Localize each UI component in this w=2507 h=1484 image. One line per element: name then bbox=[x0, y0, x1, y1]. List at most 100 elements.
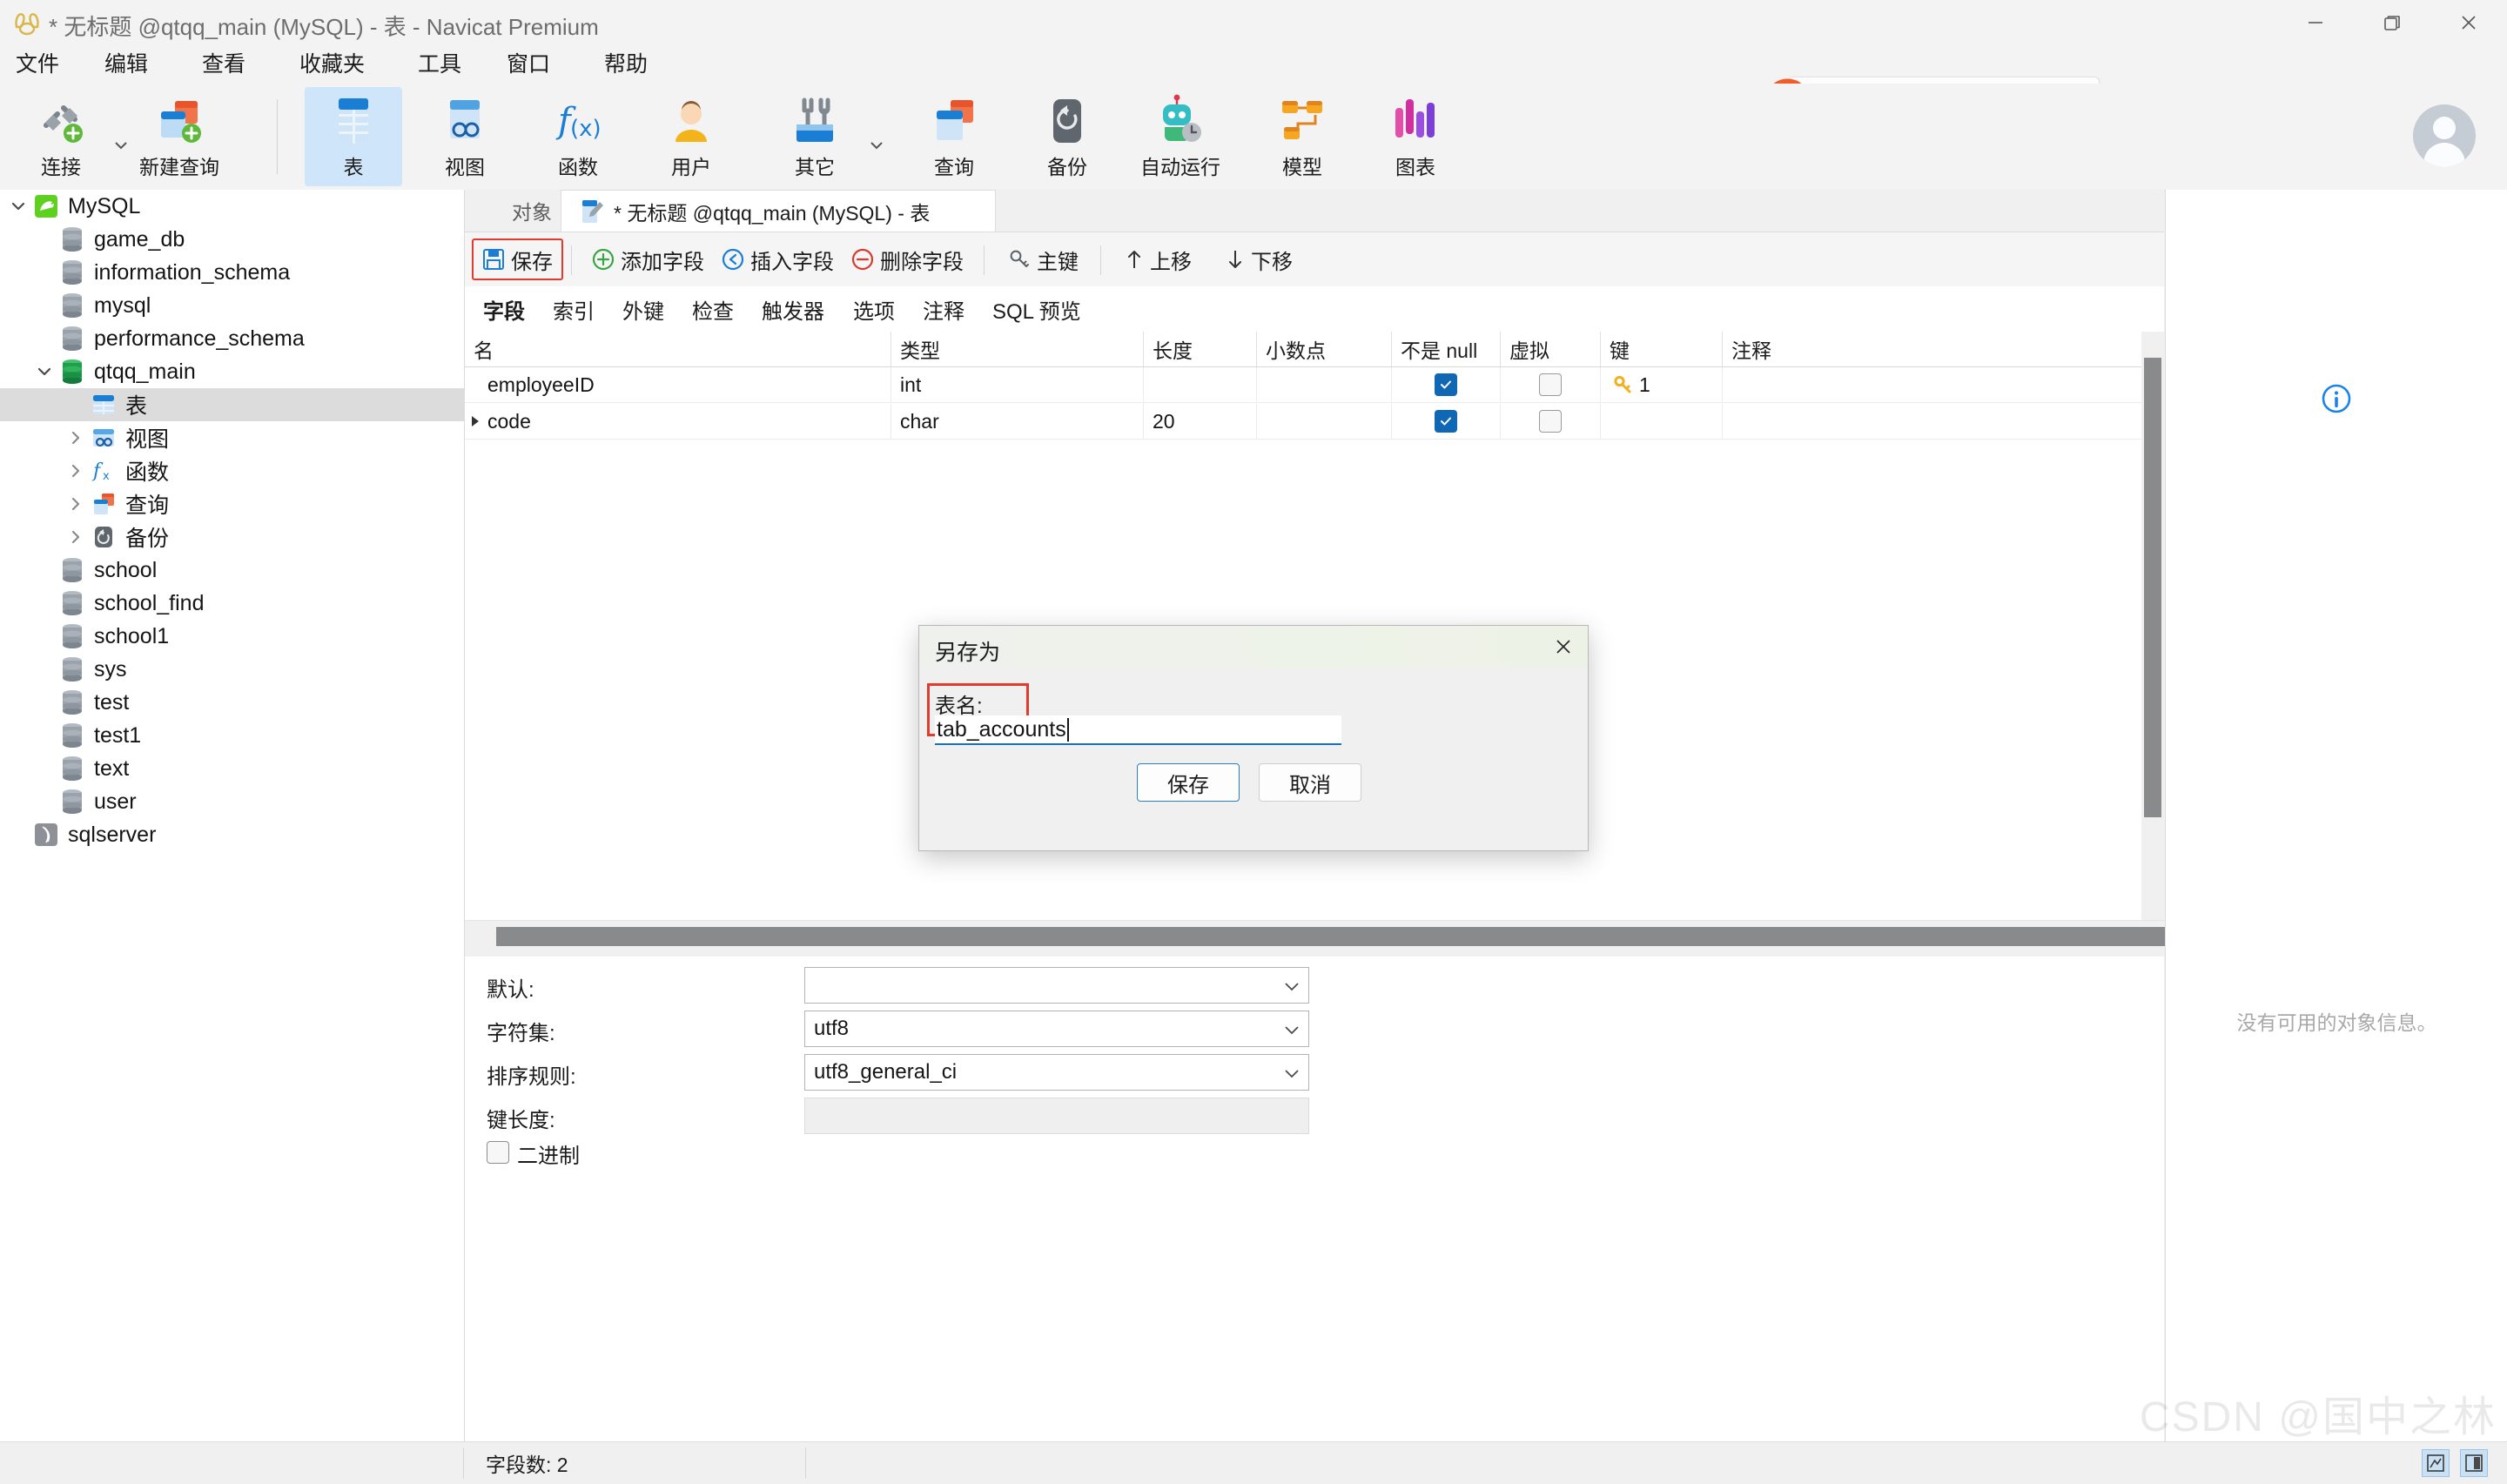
virtual-checkbox[interactable] bbox=[1539, 373, 1562, 396]
grid-hscroll-thumb[interactable] bbox=[496, 927, 2178, 946]
sidebar-item-mysql[interactable]: mysql bbox=[0, 289, 464, 322]
dialog-close-button[interactable] bbox=[1539, 626, 1588, 668]
cell-length[interactable]: 20 bbox=[1144, 404, 1257, 439]
ribbon-function[interactable]: f (x) 函数 bbox=[529, 87, 627, 186]
form-view-icon[interactable] bbox=[2460, 1449, 2488, 1477]
sidebar-item-test1[interactable]: test1 bbox=[0, 719, 464, 752]
cell-not-null[interactable] bbox=[1392, 404, 1501, 439]
database-tree-sidebar[interactable]: MySQL game_db information_schema mysql perfo… bbox=[0, 190, 465, 1441]
sidebar-item-test[interactable]: test bbox=[0, 686, 464, 719]
ribbon-query[interactable]: 查询 bbox=[905, 87, 1003, 186]
grid-column-header-6[interactable]: 键 bbox=[1601, 332, 1723, 366]
cell-decimals[interactable] bbox=[1257, 367, 1392, 402]
virtual-checkbox[interactable] bbox=[1539, 410, 1562, 433]
default-select[interactable] bbox=[804, 967, 1309, 1004]
menu-view[interactable]: 查看 bbox=[193, 45, 254, 84]
collation-select[interactable]: utf8_general_ci bbox=[804, 1054, 1309, 1091]
grid-column-header-3[interactable]: 小数点 bbox=[1257, 332, 1392, 366]
move-down-button[interactable]: 下移 bbox=[1217, 240, 1301, 279]
chevron-right-icon[interactable] bbox=[63, 496, 89, 512]
ribbon-new-query[interactable]: 新建查询 bbox=[131, 87, 228, 186]
cell-virtual[interactable] bbox=[1501, 404, 1601, 439]
move-up-button[interactable]: 上移 bbox=[1116, 240, 1200, 279]
cell-comment[interactable] bbox=[1723, 404, 2164, 439]
other-chevron-down-icon[interactable] bbox=[867, 136, 886, 155]
sub-tab-6[interactable]: 注释 bbox=[911, 286, 976, 332]
table-row[interactable]: code char 20 bbox=[465, 404, 2164, 440]
primary-key-button[interactable]: 主键 bbox=[999, 240, 1087, 279]
grid-horizontal-scrollbar[interactable] bbox=[465, 920, 2178, 957]
ribbon-table[interactable]: 表 bbox=[305, 87, 402, 186]
sub-tab-3[interactable]: 检查 bbox=[681, 286, 745, 332]
cell-decimals[interactable] bbox=[1257, 404, 1392, 439]
sidebar-item-user[interactable]: user bbox=[0, 785, 464, 818]
grid-vertical-scrollbar[interactable] bbox=[2141, 332, 2164, 920]
add-field-button[interactable]: 添加字段 bbox=[583, 240, 713, 279]
cell-name[interactable]: code bbox=[465, 404, 891, 439]
charset-select[interactable]: utf8 bbox=[804, 1011, 1309, 1047]
grid-column-header-1[interactable]: 类型 bbox=[891, 332, 1144, 366]
sidebar-item-mysql[interactable]: MySQL bbox=[0, 190, 464, 223]
grid-column-header-2[interactable]: 长度 bbox=[1144, 332, 1257, 366]
cell-name[interactable]: employeeID bbox=[465, 367, 891, 402]
close-button[interactable] bbox=[2430, 0, 2507, 45]
save-button[interactable]: 保存 bbox=[472, 238, 563, 280]
grid-column-header-0[interactable]: 名 bbox=[465, 332, 891, 366]
cell-comment[interactable] bbox=[1723, 367, 2164, 402]
avatar[interactable] bbox=[2413, 104, 2476, 167]
grid-vscroll-thumb[interactable] bbox=[2144, 358, 2161, 817]
ribbon-other[interactable]: 其它 bbox=[766, 87, 864, 186]
sidebar-item-performance_schema[interactable]: performance_schema bbox=[0, 322, 464, 355]
info-circle-icon[interactable] bbox=[2321, 383, 2352, 419]
sidebar-item-qtqq_main[interactable]: qtqq_main bbox=[0, 355, 464, 388]
chevron-right-icon[interactable] bbox=[63, 463, 89, 479]
sidebar-item-sqlserver[interactable]: sqlserver bbox=[0, 818, 464, 851]
cell-key[interactable] bbox=[1601, 404, 1723, 439]
chevron-down-icon[interactable] bbox=[5, 201, 31, 212]
cell-not-null[interactable] bbox=[1392, 367, 1501, 402]
sidebar-item-school[interactable]: school bbox=[0, 554, 464, 587]
sidebar-item-[interactable]: 查询 bbox=[0, 487, 464, 520]
cell-virtual[interactable] bbox=[1501, 367, 1601, 402]
sub-tab-2[interactable]: 外键 bbox=[611, 286, 675, 332]
menu-file[interactable]: 文件 bbox=[7, 45, 68, 84]
menu-edit[interactable]: 编辑 bbox=[96, 45, 157, 84]
menu-tools[interactable]: 工具 bbox=[409, 45, 470, 84]
sub-tab-5[interactable]: 选项 bbox=[842, 286, 906, 332]
ribbon-model[interactable]: 模型 bbox=[1254, 87, 1351, 186]
sidebar-item-[interactable]: f x 函数 bbox=[0, 454, 464, 487]
chevron-right-icon[interactable] bbox=[63, 430, 89, 446]
sidebar-item-information_schema[interactable]: information_schema bbox=[0, 256, 464, 289]
delete-field-button[interactable]: 删除字段 bbox=[843, 240, 972, 279]
sidebar-item-game_db[interactable]: game_db bbox=[0, 223, 464, 256]
ribbon-view[interactable]: 视图 bbox=[416, 87, 514, 186]
ribbon-backup[interactable]: 备份 bbox=[1018, 87, 1116, 186]
minimize-button[interactable] bbox=[2277, 0, 2354, 45]
cell-length[interactable] bbox=[1144, 367, 1257, 402]
grid-column-header-4[interactable]: 不是 null bbox=[1392, 332, 1501, 366]
chevron-down-icon[interactable] bbox=[31, 366, 57, 377]
binary-checkbox[interactable] bbox=[487, 1141, 509, 1164]
menu-favorites[interactable]: 收藏夹 bbox=[291, 45, 373, 84]
ribbon-connection[interactable]: 连接 bbox=[12, 87, 110, 186]
insert-field-button[interactable]: 插入字段 bbox=[713, 240, 843, 279]
sub-tab-1[interactable]: 索引 bbox=[541, 286, 606, 332]
sub-tab-7[interactable]: SQL 预览 bbox=[981, 286, 1092, 332]
sidebar-item-[interactable]: 视图 bbox=[0, 421, 464, 454]
sidebar-item-school1[interactable]: school1 bbox=[0, 620, 464, 653]
connection-chevron-down-icon[interactable] bbox=[111, 136, 131, 155]
sidebar-item-school_find[interactable]: school_find bbox=[0, 587, 464, 620]
chevron-right-icon[interactable] bbox=[63, 529, 89, 545]
not-null-checkbox[interactable] bbox=[1435, 410, 1457, 433]
sidebar-item-[interactable]: 表 bbox=[0, 388, 464, 421]
sub-tab-0[interactable]: 字段 bbox=[472, 286, 536, 333]
table-name-input[interactable]: tab_accounts bbox=[935, 715, 1341, 745]
dialog-save-button[interactable]: 保存 bbox=[1137, 763, 1240, 802]
maximize-button[interactable] bbox=[2354, 0, 2430, 45]
ribbon-chart[interactable]: 图表 bbox=[1367, 87, 1464, 186]
tab-table-editor[interactable]: * 无标题 @qtqq_main (MySQL) - 表 bbox=[561, 190, 996, 232]
sidebar-item-sys[interactable]: sys bbox=[0, 653, 464, 686]
ribbon-automation[interactable]: 自动运行 bbox=[1132, 87, 1229, 186]
cell-key[interactable]: 1 bbox=[1601, 367, 1723, 402]
cell-type[interactable]: char bbox=[891, 404, 1144, 439]
